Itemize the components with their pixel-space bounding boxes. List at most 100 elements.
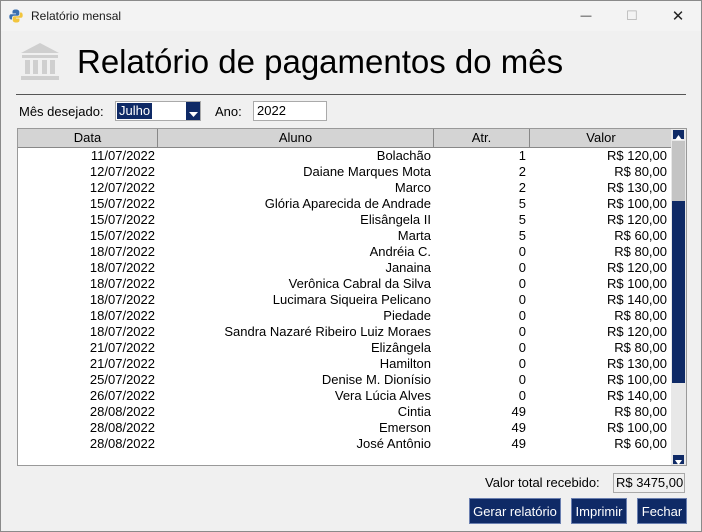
cell-value: R$ 120,00 [607, 148, 667, 163]
table-header: Data Aluno Atr. Valor [18, 129, 672, 148]
bank-icon [21, 43, 59, 80]
table-row[interactable]: 25/07/2022 Denise M. Dionísio 0 R$ 100,00 [18, 372, 672, 388]
report-window: Relatório mensal — ☐ ✕ Relatório de paga… [0, 0, 702, 532]
month-select[interactable]: Julho [115, 101, 201, 121]
maximize-icon: ☐ [626, 8, 638, 23]
cell-delay: 5 [518, 196, 526, 211]
table-row[interactable]: 12/07/2022 Daiane Marques Mota 2 R$ 80,00 [18, 164, 672, 180]
cell-date: 18/07/2022 [89, 324, 155, 339]
cell-student: Hamilton [379, 356, 431, 371]
cell-date: 15/07/2022 [89, 212, 155, 227]
column-header-value[interactable]: Valor [530, 129, 672, 147]
page-title: Relatório de pagamentos do mês [77, 43, 564, 80]
cell-date: 12/07/2022 [89, 164, 155, 179]
scroll-down-arrow[interactable] [673, 455, 684, 465]
table-row[interactable]: 15/07/2022 Elisângela II 5 R$ 120,00 [18, 212, 672, 228]
table-row[interactable]: 18/07/2022 Janaina 0 R$ 120,00 [18, 260, 672, 276]
table-row[interactable]: 18/07/2022 Andréia C. 0 R$ 80,00 [18, 244, 672, 260]
cell-date: 12/07/2022 [89, 180, 155, 195]
column-header-date[interactable]: Data [18, 129, 158, 147]
table-row[interactable]: 18/07/2022 Piedade 0 R$ 80,00 [18, 308, 672, 324]
table-row[interactable]: 26/07/2022 Vera Lúcia Alves 0 R$ 140,00 [18, 388, 672, 404]
cell-date: 21/07/2022 [89, 356, 155, 371]
table-body: 11/07/2022 Bolachão 1 R$ 120,00 12/07/2022 Da… [18, 148, 672, 452]
window-title: Relatório mensal [31, 9, 122, 23]
cell-student: Piedade [383, 308, 431, 323]
cell-student: Marco [394, 180, 431, 195]
column-header-delay[interactable]: Atr. [434, 129, 530, 147]
cell-delay: 0 [518, 388, 526, 403]
close-icon: ✕ [671, 8, 685, 25]
cell-date: 15/07/2022 [89, 196, 155, 211]
cell-student: Sandra Nazaré Ribeiro Luiz Moraes [224, 324, 431, 339]
maximize-button[interactable]: ☐ [609, 1, 655, 31]
year-input[interactable]: 2022 [253, 101, 327, 121]
cell-delay: 0 [518, 276, 526, 291]
cell-value: R$ 80,00 [614, 340, 667, 355]
cell-student: Elizângela [371, 340, 431, 355]
chevron-down-icon[interactable] [186, 102, 200, 120]
cell-value: R$ 100,00 [607, 276, 667, 291]
table-row[interactable]: 21/07/2022 Hamilton 0 R$ 130,00 [18, 356, 672, 372]
table-row[interactable]: 15/07/2022 Marta 5 R$ 60,00 [18, 228, 672, 244]
scroll-up-arrow[interactable] [673, 130, 684, 140]
cell-value: R$ 80,00 [614, 308, 667, 323]
table-row[interactable]: 18/07/2022 Sandra Nazaré Ribeiro Luiz Mor… [18, 324, 672, 340]
cell-delay: 0 [518, 292, 526, 307]
minimize-button[interactable]: — [563, 1, 609, 31]
cell-student: Andréia C. [369, 244, 431, 259]
generate-report-button[interactable]: Gerar relatório [469, 498, 561, 524]
cell-value: R$ 130,00 [607, 180, 667, 195]
cell-delay: 49 [511, 420, 526, 435]
cell-delay: 2 [518, 164, 526, 179]
total-received-label: Valor total recebido: [485, 475, 600, 490]
cell-date: 25/07/2022 [89, 372, 155, 387]
scrollbar-thumb[interactable] [672, 141, 685, 201]
table-row[interactable]: 28/08/2022 Cintia 49 R$ 80,00 [18, 404, 672, 420]
header-divider [16, 94, 686, 95]
cell-date: 28/08/2022 [89, 420, 155, 435]
cell-student: José Antônio [356, 436, 431, 451]
cell-student: Glória Aparecida de Andrade [264, 196, 431, 211]
cell-delay: 0 [518, 260, 526, 275]
payments-table: Data Aluno Atr. Valor 11/07/2022 Bolachão… [17, 128, 687, 466]
cell-date: 18/07/2022 [89, 244, 155, 259]
scrollbar-track[interactable] [672, 201, 685, 383]
cell-student: Emerson [378, 420, 431, 435]
cell-student: Denise M. Dionísio [321, 372, 431, 387]
cell-student: Janaina [385, 260, 431, 275]
table-row[interactable]: 11/07/2022 Bolachão 1 R$ 120,00 [18, 148, 672, 164]
column-header-student[interactable]: Aluno [158, 129, 434, 147]
cell-student: Marta [397, 228, 431, 243]
table-row[interactable]: 18/07/2022 Lucimara Siqueira Pelicano 0 R$ … [18, 292, 672, 308]
close-window-button[interactable]: ✕ [655, 1, 701, 31]
cell-date: 21/07/2022 [89, 340, 155, 355]
cell-value: R$ 120,00 [607, 260, 667, 275]
cell-date: 11/07/2022 [90, 148, 155, 163]
cell-date: 18/07/2022 [89, 260, 155, 275]
table-scrollbar[interactable] [671, 128, 687, 466]
cell-value: R$ 100,00 [607, 420, 667, 435]
table-row[interactable]: 28/08/2022 José Antônio 49 R$ 60,00 [18, 436, 672, 452]
table-row[interactable]: 15/07/2022 Glória Aparecida de Andrade 5 R$… [18, 196, 672, 212]
cell-student: Vera Lúcia Alves [334, 388, 431, 403]
month-select-value: Julho [117, 103, 153, 119]
table-row[interactable]: 21/07/2022 Elizângela 0 R$ 80,00 [18, 340, 672, 356]
cell-student: Daiane Marques Mota [303, 164, 431, 179]
cell-value: R$ 80,00 [614, 164, 667, 179]
cell-delay: 0 [518, 244, 526, 259]
cell-date: 18/07/2022 [89, 292, 155, 307]
table-row[interactable]: 18/07/2022 Verônica Cabral da Silva 0 R$ 10… [18, 276, 672, 292]
title-bar[interactable]: Relatório mensal — ☐ ✕ [1, 1, 701, 31]
cell-delay: 49 [511, 404, 526, 419]
cell-student: Cintia [397, 404, 431, 419]
cell-value: R$ 60,00 [614, 228, 667, 243]
python-icon [9, 9, 23, 23]
cell-delay: 0 [518, 308, 526, 323]
table-row[interactable]: 28/08/2022 Emerson 49 R$ 100,00 [18, 420, 672, 436]
minimize-icon: — [580, 10, 592, 22]
print-button[interactable]: Imprimir [571, 498, 627, 524]
close-button[interactable]: Fechar [637, 498, 687, 524]
cell-value: R$ 100,00 [607, 372, 667, 387]
table-row[interactable]: 12/07/2022 Marco 2 R$ 130,00 [18, 180, 672, 196]
